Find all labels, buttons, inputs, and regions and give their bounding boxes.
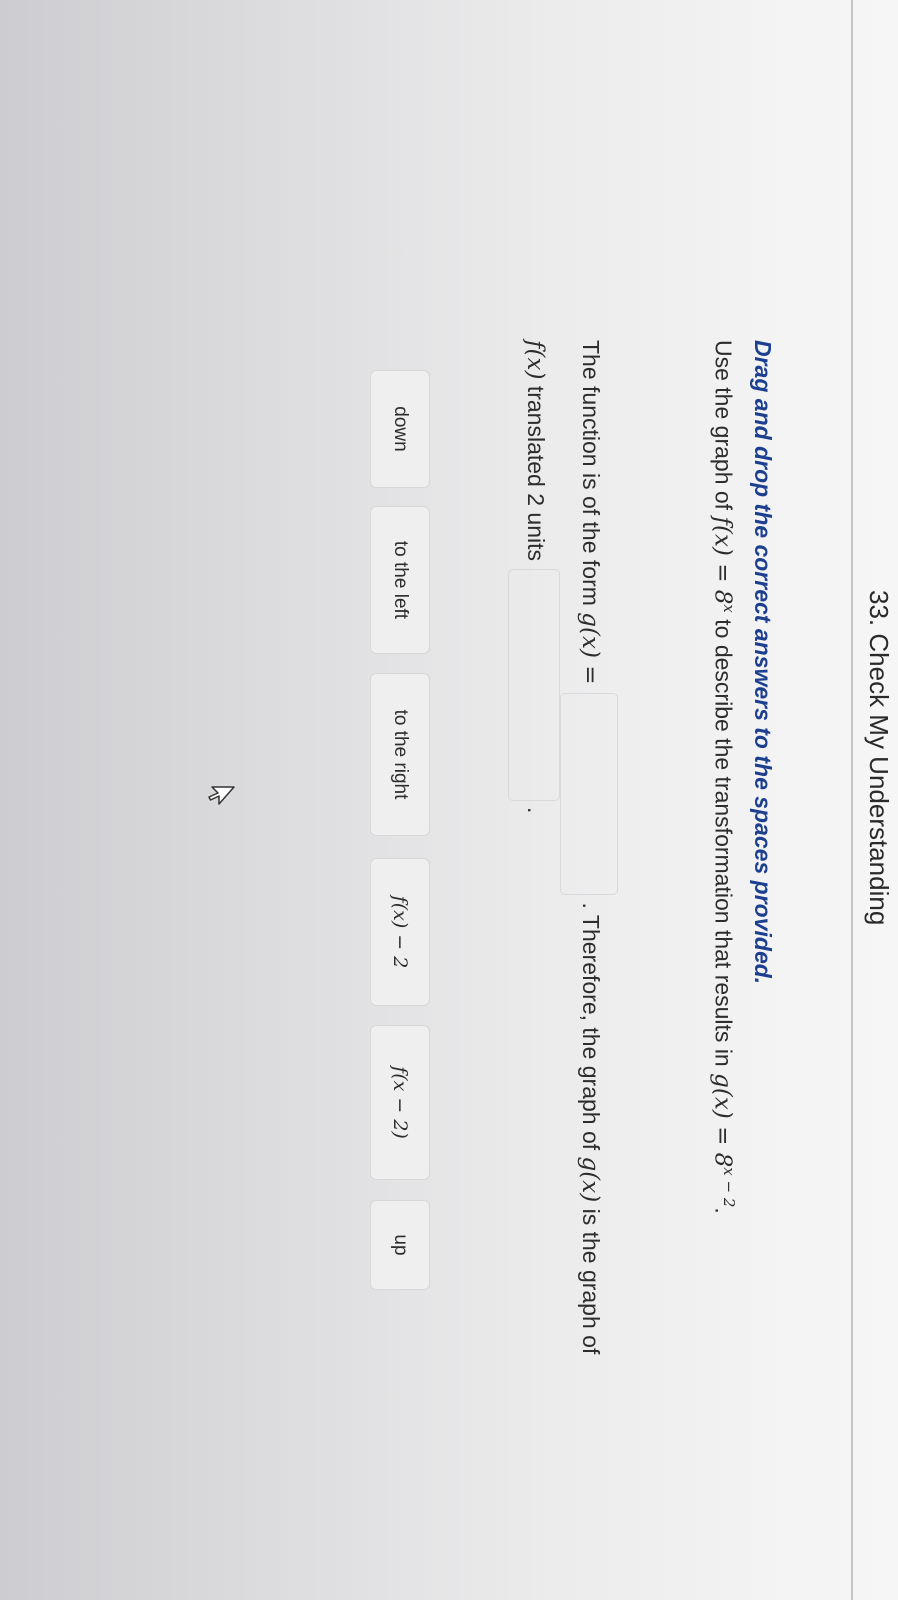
f-of-x-label: f(x) [521,340,548,380]
f-exponent: x [720,604,738,613]
g-of-x-label: g(x) [576,1156,603,1203]
prompt-title: Drag and drop the correct answers to the… [750,340,776,985]
page-title: 33. Check My Understanding [864,590,894,926]
tile-down[interactable]: down [370,370,430,488]
question-text-period: . [522,807,549,814]
g-form-label: g(x) = [576,612,603,685]
instruction-text-mid: to describe the transformation that resu… [710,612,737,1074]
tile-to-the-left[interactable]: to the left [370,506,430,654]
instruction-text-end: . [710,1207,737,1214]
question-line-1: The function is of the form g(x) = . Ther… [560,340,618,1354]
question-text-translated: translated 2 units [522,379,549,561]
question-line-2: f(x) translated 2 units. [508,340,560,813]
tile-f-of-x-minus-2[interactable]: f(x − 2) [370,1025,430,1180]
cursor-arrow-icon [208,786,235,805]
question-text-pre: The function is of the form [577,340,604,613]
f-function-label: f(x) = 8 [709,516,736,605]
answer-tile-bank: down to the left to the right f(x) − 2 f… [350,0,430,1600]
question-text-end: is the graph of [577,1202,604,1355]
g-exponent: x − 2 [720,1167,738,1208]
g-function-label: g(x) = 8 [709,1073,736,1168]
prompt-instruction: Use the graph of f(x) = 8x to describe t… [709,340,738,1214]
instruction-text-pre: Use the graph of [710,340,737,517]
tile-to-the-right[interactable]: to the right [370,673,430,836]
rotated-page: 33. Check My Understanding Drag and drop… [0,0,898,1600]
tile-f-x-minus-2[interactable]: f(x) − 2 [370,858,430,1006]
drop-zone-function-form[interactable] [560,692,618,895]
drop-zone-direction[interactable] [508,569,560,801]
question-text-mid: . Therefore, the graph of [577,902,604,1157]
tile-up[interactable]: up [370,1200,430,1290]
